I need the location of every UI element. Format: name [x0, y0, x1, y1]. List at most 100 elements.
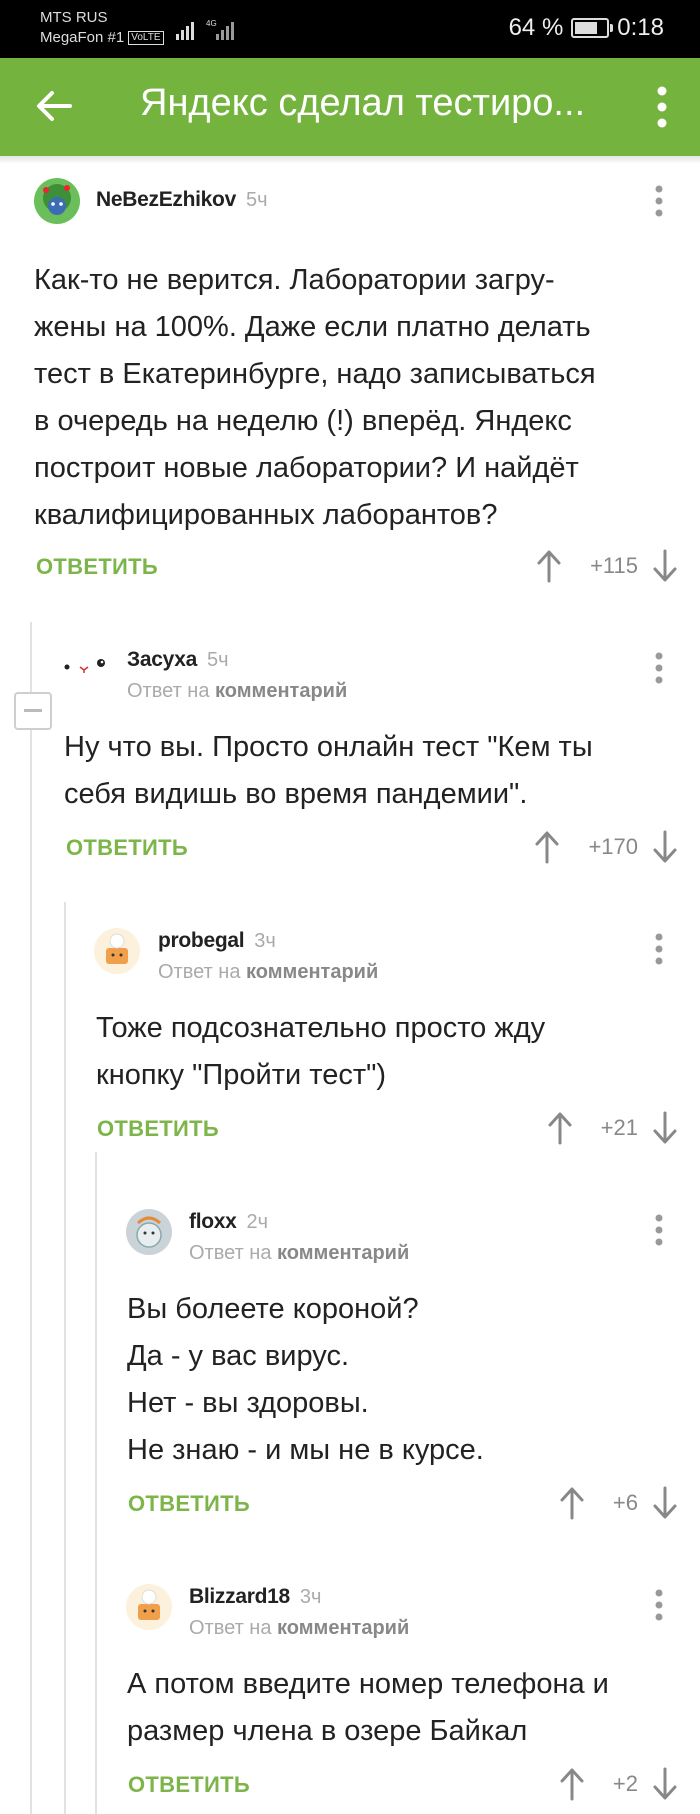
arrow-down-icon[interactable]: [652, 1111, 678, 1145]
reply-target-link[interactable]: комментарий: [277, 1617, 409, 1639]
avatar[interactable]: [34, 178, 80, 224]
status-bar: MTS RUS MegaFon #1 VoLTE 4G 64 % 0:18: [0, 0, 700, 58]
battery-icon: [571, 18, 614, 38]
clock: 0:18: [617, 14, 664, 41]
comment-time: 3ч: [254, 930, 276, 952]
text-line: Тоже подсознательно просто жду: [96, 1012, 546, 1044]
reply-to: Ответ на комментарий: [158, 961, 378, 984]
comment-text: Тоже подсознательно просто жду кнопку "П…: [96, 1005, 545, 1099]
thread-line: [64, 902, 66, 1814]
comment-time: 5ч: [207, 649, 229, 671]
rating: +21: [600, 1115, 638, 1140]
reply-button[interactable]: ОТВЕТИТЬ: [97, 1116, 219, 1142]
arrow-up-icon[interactable]: [559, 1486, 585, 1520]
text-line: тест в Екатеринбурге, надо записываться: [34, 358, 596, 390]
comment-text: Как-то не верится. Лаборатории загру- же…: [34, 257, 596, 539]
votes: +6: [559, 1483, 678, 1523]
text-line: кнопку "Пройти тест"): [96, 1059, 387, 1091]
arrow-left-icon[interactable]: [34, 86, 74, 126]
text-line: Да - у вас вирус.: [127, 1340, 350, 1372]
reply-prefix: Ответ на: [189, 1242, 272, 1264]
page-title: Яндекс сделал тестиро...: [140, 82, 586, 124]
more-vertical-icon[interactable]: [654, 1588, 664, 1622]
comment-time: 3ч: [299, 1586, 322, 1608]
network-type: 4G: [206, 19, 217, 28]
more-vertical-icon[interactable]: [654, 932, 664, 966]
carrier-info: MTS RUS MegaFon #1 VoLTE: [40, 8, 164, 48]
reply-to: Ответ на комментарий: [189, 1242, 409, 1265]
text-line: Нет - вы здоровы.: [127, 1387, 369, 1419]
text-line: Как-то не верится. Лаборатории загру-: [34, 264, 555, 296]
more-vertical-icon[interactable]: [654, 84, 670, 130]
reply-target-link[interactable]: комментарий: [246, 961, 378, 983]
collapse-minus-icon[interactable]: [14, 692, 52, 730]
comment-text: Ну что вы. Просто онлайн тест "Кем ты се…: [64, 724, 593, 818]
rating: +115: [590, 553, 638, 578]
comment-header: floxx 2ч Ответ на комментарий: [189, 1210, 409, 1265]
thread-line: [95, 1152, 97, 1814]
carrier-1: MTS RUS: [40, 9, 108, 26]
text-line: квалифицированных лаборантов?: [34, 499, 498, 531]
comment-header: NeBezEzhikov 5ч: [96, 188, 268, 212]
reply-button[interactable]: ОТВЕТИТЬ: [128, 1491, 250, 1517]
arrow-down-icon[interactable]: [652, 1486, 678, 1520]
text-line: Не знаю - и мы не в курсе.: [127, 1434, 484, 1466]
status-right: 64 % 0:18: [509, 14, 664, 42]
author-name[interactable]: Blizzard18: [189, 1585, 290, 1608]
rating: +6: [612, 1490, 638, 1515]
text-line: себя видишь во время пандемии".: [64, 778, 528, 810]
votes: +21: [547, 1108, 678, 1148]
arrow-down-icon[interactable]: [652, 830, 678, 864]
author-name[interactable]: probegal: [158, 929, 245, 952]
arrow-down-icon[interactable]: [652, 1767, 678, 1801]
reply-button[interactable]: ОТВЕТИТЬ: [36, 554, 158, 580]
more-vertical-icon[interactable]: [654, 651, 664, 685]
reply-prefix: Ответ на: [127, 680, 210, 702]
arrow-up-icon[interactable]: [534, 830, 560, 864]
comment-text: А потом введите номер телефона и размер …: [127, 1661, 609, 1755]
reply-prefix: Ответ на: [189, 1617, 272, 1639]
signal-icon: 4G: [176, 19, 234, 40]
arrow-up-icon[interactable]: [547, 1111, 573, 1145]
more-vertical-icon[interactable]: [654, 184, 664, 218]
avatar[interactable]: [126, 1584, 172, 1630]
reply-prefix: Ответ на: [158, 961, 241, 983]
arrow-up-icon[interactable]: [536, 549, 562, 583]
reply-target-link[interactable]: комментарий: [215, 680, 347, 702]
reply-target-link[interactable]: комментарий: [277, 1242, 409, 1264]
avatar[interactable]: [62, 643, 108, 689]
more-vertical-icon[interactable]: [654, 1213, 664, 1247]
author-name[interactable]: floxx: [189, 1210, 237, 1233]
battery-percent: 64 %: [508, 14, 564, 41]
reply-to: Ответ на комментарий: [127, 680, 347, 703]
comment-header: Blizzard18 3ч Ответ на комментарий: [189, 1585, 409, 1640]
text-line: А потом введите номер телефона и: [127, 1668, 609, 1700]
comment-time: 5ч: [245, 189, 268, 211]
votes: +2: [559, 1764, 678, 1804]
comment-time: 2ч: [246, 1211, 269, 1233]
reply-button[interactable]: ОТВЕТИТЬ: [66, 835, 188, 861]
reply-to: Ответ на комментарий: [189, 1617, 409, 1640]
text-line: Вы болеете короной?: [127, 1293, 419, 1325]
volte-badge: VoLTE: [128, 31, 164, 46]
avatar[interactable]: [94, 928, 140, 974]
reply-button[interactable]: ОТВЕТИТЬ: [128, 1772, 250, 1798]
rating: +2: [612, 1771, 638, 1796]
thread-line: [30, 622, 32, 1814]
app-bar-shadow: [0, 156, 700, 164]
author-name[interactable]: NeBezEzhikov: [96, 188, 236, 211]
text-line: жены на 100%. Даже если платно делать: [34, 311, 591, 343]
text-line: размер члена в озере Байкал: [127, 1715, 528, 1747]
carrier-2: MegaFon #1: [40, 29, 125, 46]
avatar[interactable]: [126, 1209, 172, 1255]
text-line: построит новые лаборатории? И найдёт: [34, 452, 579, 484]
arrow-up-icon[interactable]: [559, 1767, 585, 1801]
text-line: Ну что вы. Просто онлайн тест "Кем ты: [64, 731, 593, 763]
votes: +115: [536, 546, 678, 586]
comment-header: probegal 3ч Ответ на комментарий: [158, 929, 378, 984]
author-name[interactable]: Засуха: [127, 648, 197, 671]
app-bar: Яндекс сделал тестиро...: [0, 58, 700, 156]
comment-header: Засуха 5ч Ответ на комментарий: [127, 648, 347, 703]
arrow-down-icon[interactable]: [652, 549, 678, 583]
text-line: в очередь на неделю (!) вперёд. Яндекс: [34, 405, 572, 437]
